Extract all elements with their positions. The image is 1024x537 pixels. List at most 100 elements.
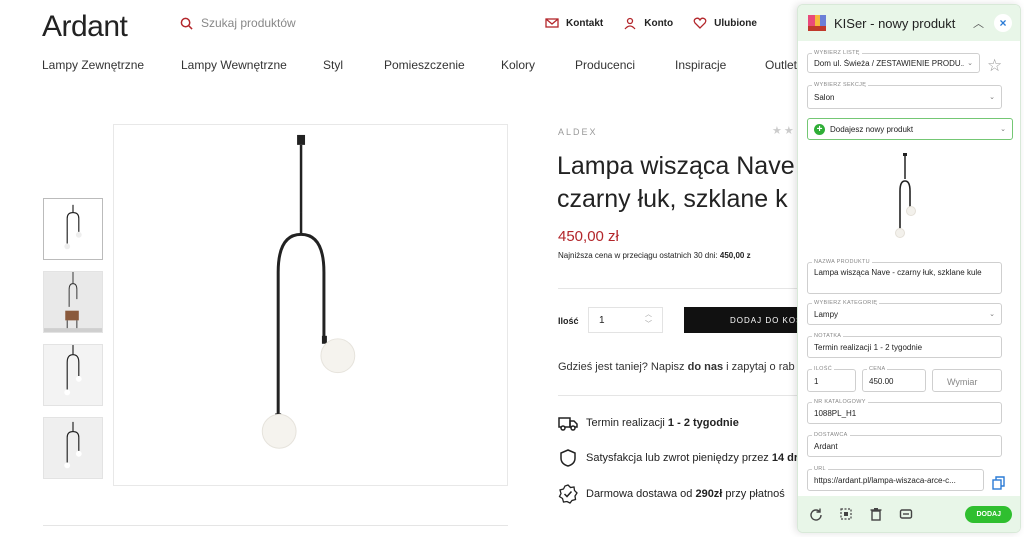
feature-satisfaction: Satysfakcja lub zwrot pieniędzy przez 14… (558, 448, 798, 468)
badge-check-icon (558, 484, 578, 504)
lowest-price-note: Najniższa cena w przeciągu ostatnich 30 … (558, 251, 798, 260)
nav-item-inspiration[interactable]: Inspiracje (675, 58, 765, 72)
refresh-icon[interactable] (808, 506, 824, 522)
product-title-line-2: czarny łuk, szklane k (557, 185, 788, 213)
category-select[interactable]: WYBIERZ KATEGORIĘ Lampy ⌄ (807, 300, 1002, 325)
note-label: NOTATKA (812, 333, 844, 339)
card-icon[interactable] (898, 506, 914, 522)
feature-3-suffix: przy płatnoś (722, 488, 785, 500)
search-input[interactable]: Szukaj produktów (201, 16, 296, 30)
chevron-down-icon: ⌄ (989, 311, 995, 318)
quantity-field-label: ILOŚĆ (812, 366, 835, 372)
nav-item-outlet[interactable]: Outlet (765, 58, 797, 72)
account-link[interactable]: Konto (623, 16, 673, 30)
dimension-field[interactable]: Wymiar (932, 369, 1002, 392)
dimension-placeholder: Wymiar (947, 377, 978, 387)
search-icon (180, 17, 193, 30)
catalog-number-label: NR KATALOGOWY (812, 399, 868, 405)
clipboard-icon[interactable] (991, 476, 1005, 490)
feature-2-text: Satysfakcja lub zwrot pieniędzy przez (586, 452, 772, 464)
cheaper-suffix: i zapytaj o rab (723, 361, 795, 373)
heart-icon (693, 17, 707, 29)
rating-stars[interactable]: ★★ (772, 124, 796, 137)
quantity-field-value: 1 (814, 377, 819, 386)
note-value: Termin realizacji 1 - 2 tygodnie (814, 343, 923, 352)
favorites-label: Ulubione (714, 17, 757, 29)
truck-icon (558, 417, 578, 431)
account-label: Konto (644, 17, 674, 29)
price-field-label: CENA (867, 366, 888, 372)
feature-1-text: Termin realizacji (586, 417, 668, 429)
favorites-link[interactable]: Ulubione (693, 16, 757, 30)
catalog-number-value: 1088PL_H1 (814, 409, 857, 418)
close-icon[interactable]: × (994, 14, 1012, 32)
lowest-price-value: 450,00 z (719, 251, 751, 260)
cheaper-note: Gdzieś jest taniej? Napisz do nas i zapy… (558, 361, 798, 373)
price-field[interactable]: CENA 450.00 (862, 366, 926, 392)
plus-circle-icon: + (814, 123, 825, 135)
panel-header: KISer - nowy produkt ︿ × (798, 5, 1020, 41)
nav-item-outdoor[interactable]: Lampy Zewnętrzne (42, 58, 181, 72)
url-value: https://ardant.pl/lampa-wiszaca-arce-c..… (814, 476, 956, 485)
supplier-field[interactable]: DOSTAWCA Ardant (807, 432, 1002, 457)
quantity-label: Ilość (558, 316, 579, 326)
section-select[interactable]: WYBIERZ SEKCJĘ Salon ⌄ (807, 82, 1002, 109)
thumbnail-4[interactable] (43, 417, 103, 479)
nav-item-indoor[interactable]: Lampy Wewnętrzne (181, 58, 323, 72)
user-icon (624, 17, 636, 30)
url-label: URL (812, 466, 828, 472)
contact-label: Kontakt (566, 17, 604, 29)
pendant-lamp-illustration (261, 134, 356, 449)
trash-icon[interactable] (868, 506, 884, 522)
supplier-value: Ardant (814, 442, 838, 451)
add-mode-select[interactable]: + Dodajesz nowy produkt ⌄ (807, 118, 1013, 140)
section-select-label: WYBIERZ SEKCJĘ (812, 82, 869, 88)
divider (558, 395, 798, 396)
nav-item-brands[interactable]: Producenci (575, 58, 675, 72)
nav-item-room[interactable]: Pomieszczenie (384, 58, 501, 72)
product-main-image[interactable] (113, 124, 508, 486)
search-bar[interactable]: Szukaj produktów (180, 16, 296, 30)
mail-icon (545, 18, 559, 28)
catalog-number-field[interactable]: NR KATALOGOWY 1088PL_H1 (807, 399, 1002, 424)
collapse-icon[interactable]: ︿ (973, 15, 984, 31)
contact-link[interactable]: Kontakt (545, 16, 603, 30)
feature-2-bold: 14 dr (771, 452, 798, 464)
chevron-down-icon: ⌄ (967, 60, 973, 67)
product-title: Lampa wisząca Nave czarny łuk, szklane k (557, 150, 807, 216)
main-nav: Lampy Zewnętrzne Lampy Wewnętrzne Styl P… (42, 58, 797, 72)
thumbnail-1[interactable] (43, 198, 103, 260)
store-logo[interactable]: Ardant (42, 10, 128, 44)
list-select-label: WYBIERZ LISTĘ (812, 50, 862, 56)
url-field[interactable]: URL https://ardant.pl/lampa-wiszaca-arce… (807, 466, 984, 491)
cheaper-prefix: Gdzieś jest taniej? Napisz (558, 361, 688, 373)
grid-select-icon[interactable] (838, 506, 854, 522)
quantity-stepper[interactable]: 1 ︿ ﹀ (588, 307, 663, 333)
nav-item-style[interactable]: Styl (323, 58, 384, 72)
quantity-field[interactable]: ILOŚĆ 1 (807, 366, 856, 392)
quantity-value: 1 (599, 315, 605, 326)
lowest-price-prefix: Najniższa cena w przeciągu ostatnich 30 … (558, 251, 720, 260)
submit-button[interactable]: DODAJ (965, 505, 1012, 523)
supplier-label: DOSTAWCA (812, 432, 850, 438)
favorite-star-icon[interactable]: ☆ (987, 56, 1002, 76)
chevron-down-icon: ⌄ (1000, 126, 1006, 133)
product-name-value: Lampa wisząca Nave - czarny łuk, szklane… (814, 268, 982, 277)
nav-item-colors[interactable]: Kolory (501, 58, 575, 72)
feature-free-shipping: Darmowa dostawa od 290zł przy płatnoś (558, 484, 798, 504)
product-name-field[interactable]: NAZWA PRODUKTU Lampa wisząca Nave - czar… (807, 259, 1002, 294)
thumbnail-3[interactable] (43, 344, 103, 406)
category-select-value: Lampy (814, 310, 839, 319)
product-preview-image (895, 153, 916, 238)
list-select[interactable]: WYBIERZ LISTĘ Dom ul. Świeża / ZESTAWIEN… (807, 50, 980, 73)
product-price: 450,00 zł (558, 228, 619, 245)
thumbnail-2[interactable] (43, 271, 103, 333)
contact-us-link[interactable]: do nas (688, 361, 723, 373)
thumbnail-list (43, 198, 103, 490)
stepper-arrows-icon[interactable]: ︿ ﹀ (645, 310, 652, 330)
note-field[interactable]: NOTATKA Termin realizacji 1 - 2 tygodnie (807, 333, 1002, 358)
product-title-line-1: Lampa wisząca Nave (557, 152, 795, 180)
section-select-value: Salon (814, 93, 835, 102)
add-to-cart-button[interactable]: DODAJ DO KOSZ (684, 307, 814, 333)
product-brand[interactable]: ALDEX (558, 127, 598, 137)
